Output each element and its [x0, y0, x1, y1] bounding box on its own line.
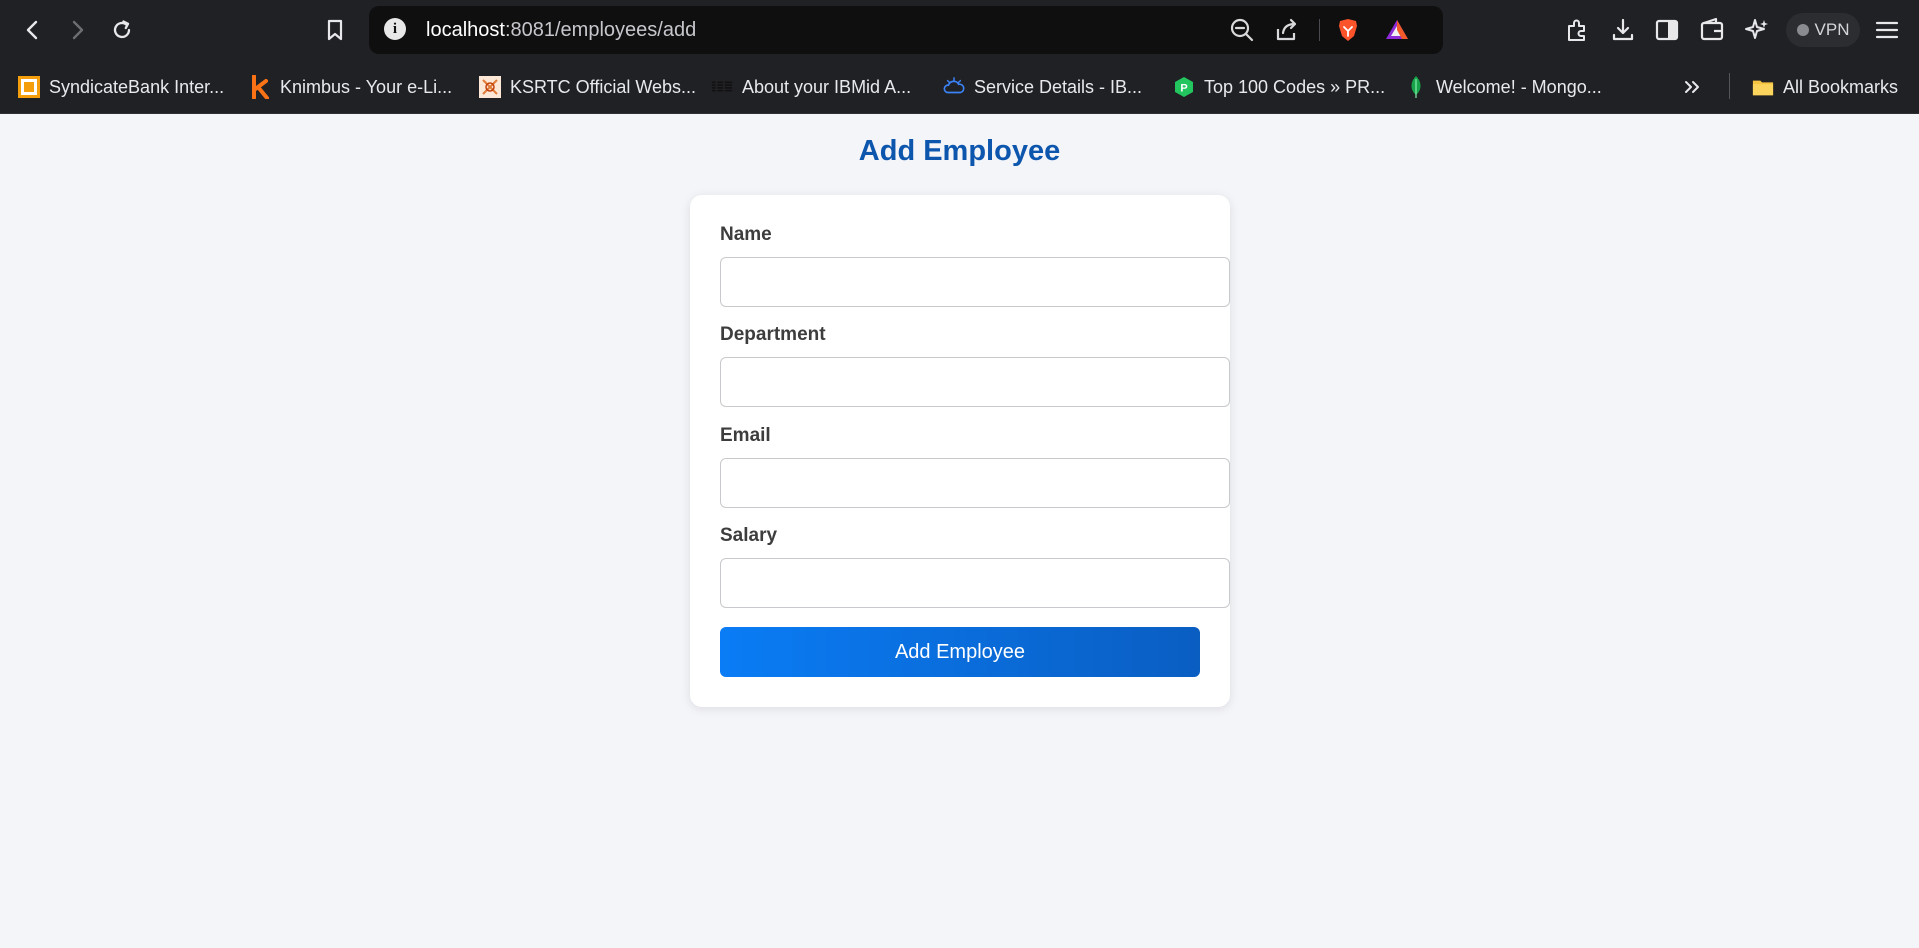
more-bookmarks-chevron-icon[interactable] [1683, 73, 1701, 101]
knimbus-icon [249, 75, 271, 99]
bookmark-label: Knimbus - Your e-Li... [280, 76, 453, 97]
address-bar-divider [1319, 19, 1320, 41]
vpn-status-icon [1796, 24, 1809, 36]
extensions-icon[interactable] [1562, 15, 1592, 45]
ksrtc-icon [479, 76, 501, 98]
sidebar-icon[interactable] [1652, 15, 1682, 45]
salary-input[interactable] [720, 558, 1230, 608]
bookmark-top-100-codes[interactable]: P Top 100 Codes » PR... [1173, 73, 1385, 101]
department-input[interactable] [720, 357, 1230, 407]
menu-icon[interactable] [1872, 15, 1902, 45]
bookmark-ibmid[interactable]: About your IBMid A... [711, 73, 911, 101]
add-employee-form: Name Department Email Salary Add Employe… [690, 195, 1230, 707]
salary-label: Salary [720, 525, 778, 546]
all-bookmarks-label: All Bookmarks [1783, 76, 1899, 97]
bookmark-label: Top 100 Codes » PR... [1204, 76, 1386, 97]
bookmark-mongodb[interactable]: Welcome! - Mongo... [1405, 73, 1602, 101]
all-bookmarks-folder[interactable]: All Bookmarks [1752, 73, 1898, 101]
department-label: Department [720, 324, 826, 345]
bookmark-label: Service Details - IB... [974, 76, 1143, 97]
bookmark-label: Welcome! - Mongo... [1436, 76, 1602, 97]
site-info-icon[interactable]: i [384, 18, 406, 40]
vpn-label: VPN [1814, 20, 1850, 39]
wallet-icon[interactable] [1697, 15, 1727, 45]
folder-icon [1752, 76, 1774, 98]
reload-icon[interactable] [107, 15, 137, 45]
forward-arrow-icon[interactable] [62, 15, 92, 45]
bookmarks-bar: SyndicateBank Inter... Knimbus - Your e-… [0, 61, 1919, 114]
address-bar[interactable]: i localhost:8081/employees/add [369, 6, 1443, 54]
syndicatebank-icon [18, 76, 40, 98]
prepinsta-icon: P [1173, 76, 1195, 98]
bookmarks-divider [1729, 73, 1730, 99]
bookmark-page-icon[interactable] [320, 15, 350, 45]
bookmark-label: About your IBMid A... [742, 76, 912, 97]
back-arrow-icon[interactable] [18, 15, 48, 45]
leo-ai-icon[interactable] [1742, 15, 1772, 45]
bookmark-ksrtc[interactable]: KSRTC Official Webs... [479, 73, 696, 101]
email-label: Email [720, 425, 771, 446]
brave-shields-icon[interactable] [1335, 17, 1361, 43]
email-input[interactable] [720, 458, 1230, 508]
bookmark-knimbus[interactable]: Knimbus - Your e-Li... [249, 73, 452, 101]
bookmark-label: SyndicateBank Inter... [49, 76, 225, 97]
svg-text:P: P [1180, 83, 1187, 95]
zoom-out-icon[interactable] [1229, 17, 1255, 43]
page-title: Add Employee [858, 135, 1061, 167]
browser-toolbar: i localhost:8081/employees/add VPN [0, 0, 1919, 61]
mongodb-leaf-icon [1405, 76, 1427, 98]
bookmark-service-details[interactable]: Service Details - IB... [943, 73, 1142, 101]
vpn-button[interactable]: VPN [1786, 13, 1860, 47]
brave-rewards-icon[interactable] [1384, 17, 1410, 43]
ibm-cloud-icon [943, 76, 965, 98]
url-host: localhost [426, 19, 505, 41]
bookmark-syndicatebank[interactable]: SyndicateBank Inter... [18, 73, 224, 101]
ibm-icon [711, 76, 733, 98]
share-icon[interactable] [1274, 17, 1300, 43]
bookmark-label: KSRTC Official Webs... [510, 76, 697, 97]
address-url[interactable]: localhost:8081/employees/add [426, 19, 696, 42]
add-employee-button[interactable]: Add Employee [720, 627, 1200, 677]
name-label: Name [720, 224, 772, 245]
url-path: :8081/employees/add [504, 19, 697, 41]
download-icon[interactable] [1608, 15, 1638, 45]
name-input[interactable] [720, 257, 1230, 307]
